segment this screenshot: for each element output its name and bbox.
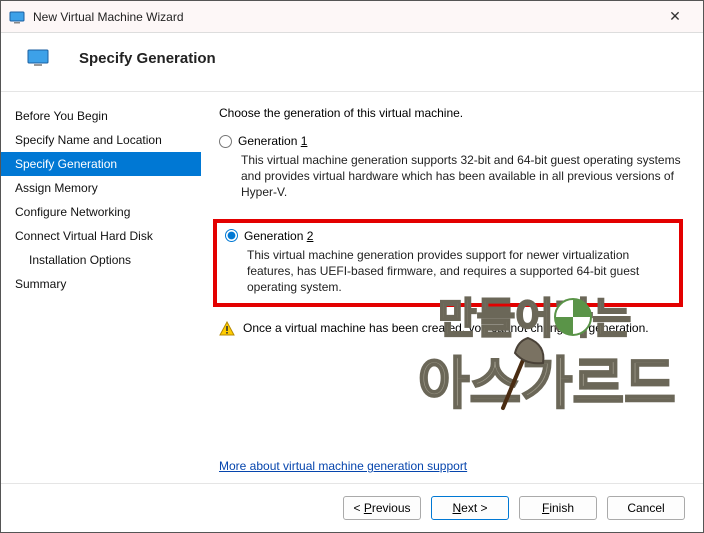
sidebar-item-specify-generation[interactable]: Specify Generation xyxy=(1,152,201,176)
wizard-header: Specify Generation xyxy=(1,33,703,92)
more-info-link[interactable]: More about virtual machine generation su… xyxy=(219,459,683,473)
sidebar-item-assign-memory[interactable]: Assign Memory xyxy=(1,176,201,200)
titlebar: New Virtual Machine Wizard ✕ xyxy=(1,1,703,33)
sidebar-item-specify-name[interactable]: Specify Name and Location xyxy=(1,128,201,152)
close-button[interactable]: ✕ xyxy=(655,8,695,25)
wizard-content: Choose the generation of this virtual ma… xyxy=(201,92,703,483)
warning-icon xyxy=(219,321,235,337)
window-title: New Virtual Machine Wizard xyxy=(33,10,655,24)
generation-1-radio[interactable] xyxy=(219,135,232,148)
sidebar-item-connect-vhd[interactable]: Connect Virtual Hard Disk xyxy=(1,224,201,248)
app-icon xyxy=(9,9,25,25)
wizard-sidebar: Before You Begin Specify Name and Locati… xyxy=(1,92,201,483)
generation-2-highlight: Generation 2 This virtual machine genera… xyxy=(213,219,683,308)
sidebar-item-installation-options[interactable]: Installation Options xyxy=(1,248,201,272)
wizard-body: Before You Begin Specify Name and Locati… xyxy=(1,92,703,483)
generation-1-desc: This virtual machine generation supports… xyxy=(241,152,683,201)
warning-text: Once a virtual machine has been created,… xyxy=(243,321,649,335)
wizard-footer: < Previous Next > Finish Cancel xyxy=(1,483,703,532)
sidebar-item-summary[interactable]: Summary xyxy=(1,272,201,296)
previous-button[interactable]: < Previous xyxy=(343,496,421,520)
page-title: Specify Generation xyxy=(79,50,216,67)
prompt-text: Choose the generation of this virtual ma… xyxy=(219,106,683,120)
wizard-window: New Virtual Machine Wizard ✕ Specify Gen… xyxy=(0,0,704,533)
monitor-icon xyxy=(27,49,49,67)
warning-row: Once a virtual machine has been created,… xyxy=(219,321,683,337)
generation-1-label[interactable]: Generation 1 xyxy=(238,134,307,148)
generation-2-desc: This virtual machine generation provides… xyxy=(247,247,671,296)
generation-1-block: Generation 1 This virtual machine genera… xyxy=(219,134,683,207)
sidebar-item-configure-networking[interactable]: Configure Networking xyxy=(1,200,201,224)
generation-2-label[interactable]: Generation 2 xyxy=(244,229,313,243)
generation-2-radio[interactable] xyxy=(225,229,238,242)
cancel-button[interactable]: Cancel xyxy=(607,496,685,520)
finish-button[interactable]: Finish xyxy=(519,496,597,520)
next-button[interactable]: Next > xyxy=(431,496,509,520)
sidebar-item-before-you-begin[interactable]: Before You Begin xyxy=(1,104,201,128)
